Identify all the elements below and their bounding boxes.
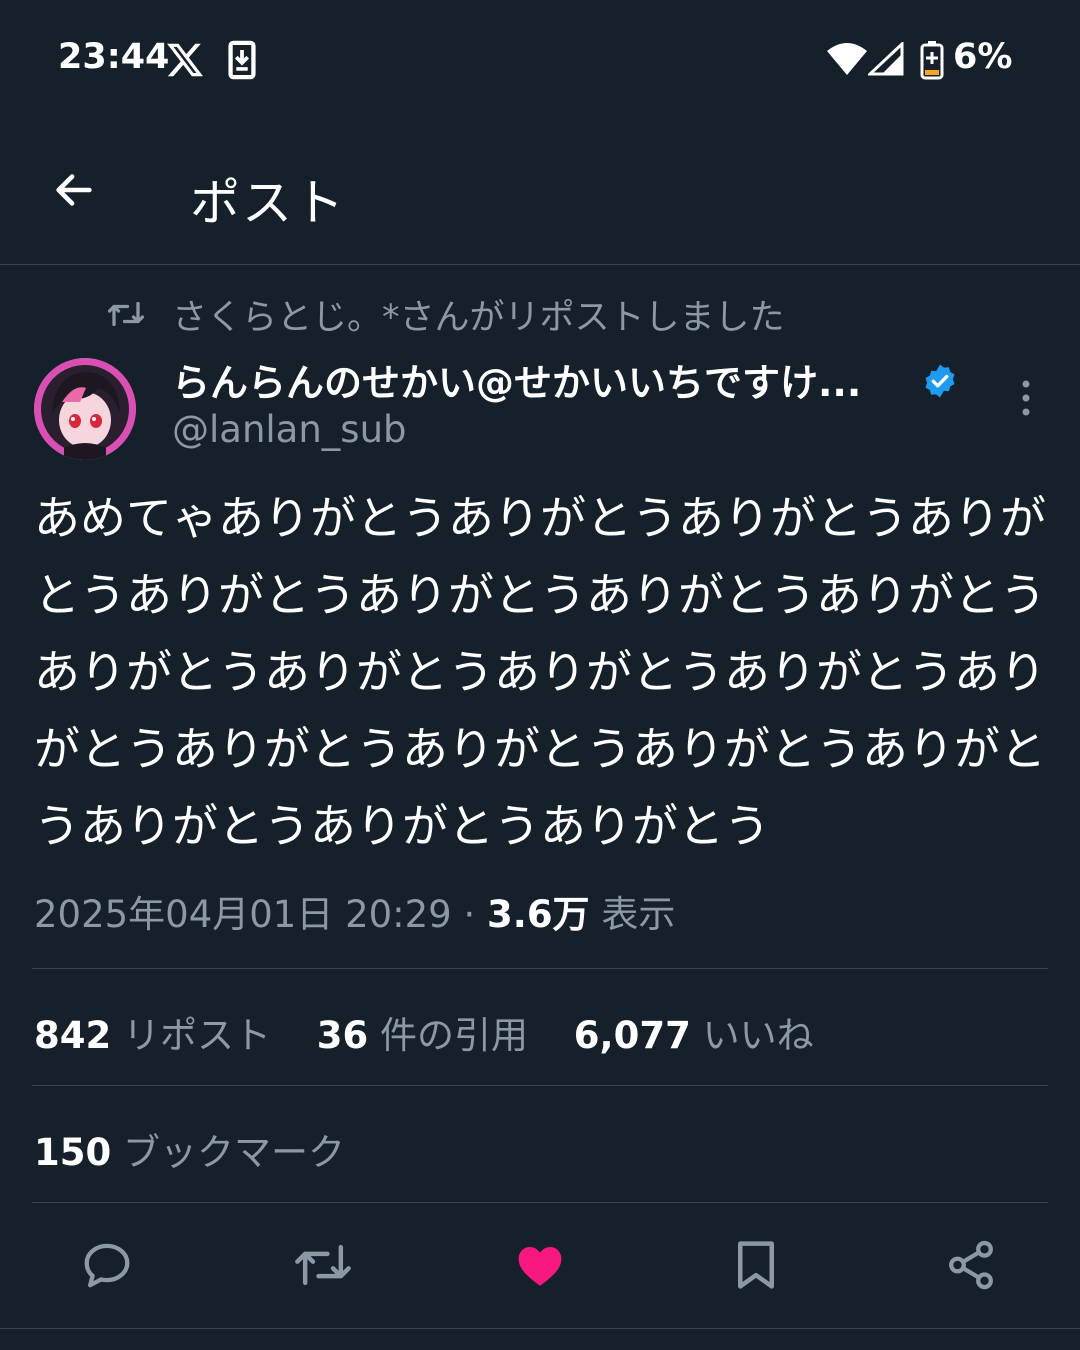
battery-percent: 6% — [953, 37, 1013, 77]
reply-icon — [84, 1243, 130, 1288]
divider — [0, 1328, 1080, 1329]
likes-label: いいね — [702, 1014, 814, 1057]
signal-icon — [868, 42, 904, 76]
share-button[interactable] — [941, 1235, 1001, 1295]
like-button[interactable] — [510, 1235, 570, 1295]
engagement-stats: 842 リポスト 36 件の引用 6,077 いいね — [34, 1005, 848, 1059]
page-title: ポスト — [190, 174, 346, 232]
likes-stat[interactable]: 6,077 いいね — [574, 1014, 814, 1057]
battery-icon — [920, 41, 944, 80]
bookmark-icon — [738, 1241, 774, 1289]
repost-context-text: さくらとじ。*さんがリポストしました — [172, 297, 785, 338]
bookmark-button[interactable] — [726, 1235, 786, 1295]
share-icon — [949, 1240, 993, 1290]
reposts-count: 842 — [34, 1014, 112, 1057]
avatar-image — [34, 358, 136, 460]
status-bar: 23:44 6% — [0, 0, 1080, 120]
reposts-label: リポスト — [123, 1014, 271, 1057]
more-options-icon[interactable] — [1008, 374, 1044, 422]
like-icon — [518, 1247, 562, 1286]
repost-button[interactable] — [293, 1235, 353, 1295]
quotes-stat[interactable]: 36 件の引用 — [317, 1014, 528, 1057]
x-logo-icon — [167, 43, 203, 77]
bookmarks-stat[interactable]: 150 ブックマーク — [34, 1122, 345, 1176]
meta-separator: · — [463, 893, 476, 936]
repost-icon — [295, 1244, 351, 1286]
views-label: 表示 — [601, 893, 676, 936]
author-handle[interactable]: @lanlan_sub — [172, 408, 407, 451]
top-app-bar: ポスト — [0, 135, 1080, 265]
post-text: あめてゃありがとうありがとうありがとうありがとうありがとうありがとうありがとうあ… — [34, 491, 1046, 853]
divider — [32, 1202, 1048, 1203]
arrow-left-icon — [56, 174, 92, 206]
back-button[interactable] — [44, 160, 104, 220]
likes-count: 6,077 — [573, 1014, 691, 1057]
reposts-stat[interactable]: 842 リポスト — [34, 1014, 271, 1057]
divider — [32, 1085, 1048, 1086]
post-datetime[interactable]: 2025年04月01日 20:29 — [34, 893, 452, 936]
wifi-icon — [827, 43, 867, 75]
bookmarks-count: 150 — [34, 1131, 112, 1174]
author-name[interactable]: らんらんのせかい@せかいいちですけ... — [172, 352, 861, 407]
avatar[interactable] — [34, 358, 136, 460]
repost-context[interactable]: さくらとじ。*さんがリポストしました — [108, 292, 785, 338]
status-time: 23:44 — [58, 37, 170, 77]
divider — [32, 968, 1048, 969]
reply-button[interactable] — [77, 1235, 137, 1295]
post-meta: 2025年04月01日 20:29 · 3.6万 表示 — [34, 884, 675, 938]
quotes-label: 件の引用 — [380, 1014, 529, 1057]
post-detail-screen: 23:44 6% ポスト さくらとじ。*さんがリポストしました らんらんのせかい… — [0, 0, 1080, 1350]
action-bar — [0, 1205, 1080, 1325]
download-icon — [228, 40, 256, 80]
views-count: 3.6万 — [487, 893, 590, 936]
bookmarks-label: ブックマーク — [123, 1131, 345, 1174]
repost-icon — [108, 301, 144, 327]
quotes-count: 36 — [316, 1014, 369, 1057]
verified-badge-icon — [925, 364, 955, 398]
